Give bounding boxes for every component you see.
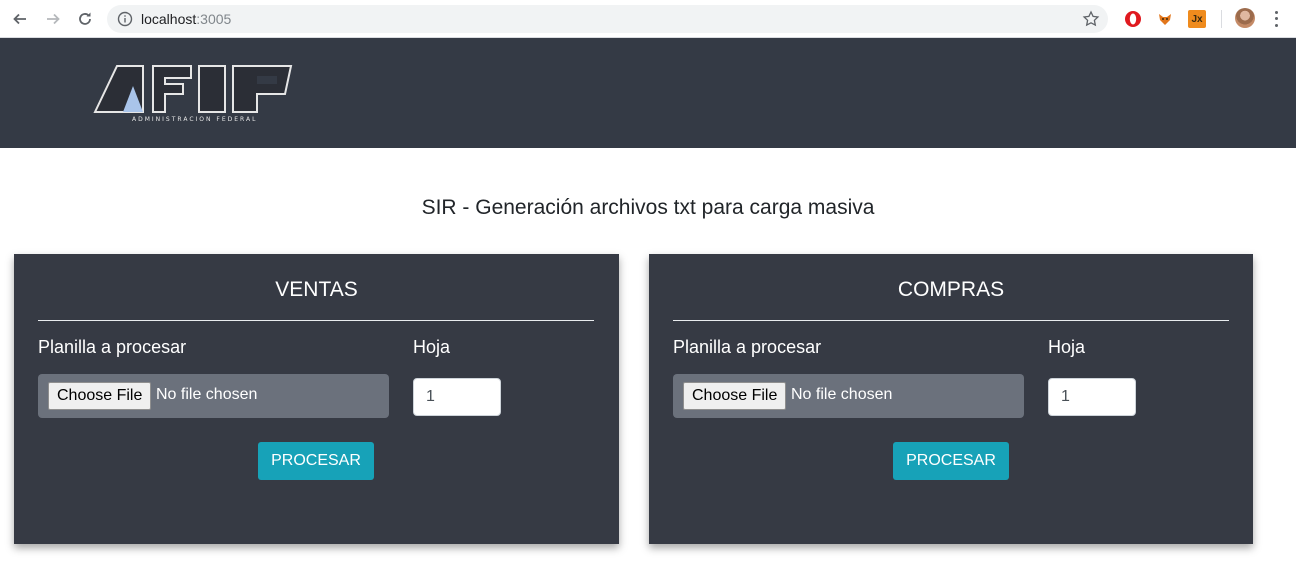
avatar[interactable] bbox=[1235, 8, 1255, 28]
card-ventas: VENTAS Planilla a procesar Hoja Choose F… bbox=[14, 254, 619, 544]
card-title: VENTAS bbox=[275, 278, 358, 301]
logo-subtitle: ADMINISTRACION FEDERAL bbox=[132, 116, 258, 123]
browser-toolbar: localhost:3005 Jx bbox=[0, 0, 1296, 38]
toolbar-divider bbox=[1221, 10, 1222, 28]
file-status-text: No file chosen bbox=[156, 386, 258, 403]
procesar-button[interactable]: PROCESAR bbox=[893, 442, 1009, 480]
sheet-input[interactable] bbox=[413, 378, 501, 416]
sheet-label: Hoja bbox=[413, 337, 451, 357]
divider bbox=[673, 320, 1229, 321]
url-text: localhost:3005 bbox=[141, 11, 232, 27]
card-title: COMPRAS bbox=[897, 278, 1005, 301]
file-label: Planilla a procesar bbox=[38, 337, 187, 357]
procesar-button[interactable]: PROCESAR bbox=[258, 442, 374, 480]
file-input[interactable]: Choose File No file chosen bbox=[673, 374, 1024, 418]
choose-file-button[interactable]: Choose File bbox=[683, 382, 787, 410]
card-compras: COMPRAS Planilla a procesar Hoja Choose … bbox=[649, 254, 1253, 544]
file-input[interactable]: Choose File No file chosen bbox=[38, 374, 389, 418]
sheet-input[interactable] bbox=[1048, 378, 1136, 416]
opera-icon[interactable] bbox=[1124, 10, 1142, 28]
choose-file-button[interactable]: Choose File bbox=[48, 382, 152, 410]
fox-icon[interactable] bbox=[1156, 10, 1174, 28]
star-icon[interactable] bbox=[1082, 10, 1100, 28]
reload-icon[interactable] bbox=[73, 7, 97, 31]
file-label: Planilla a procesar bbox=[673, 337, 822, 357]
address-bar[interactable]: localhost:3005 bbox=[107, 5, 1108, 33]
page-title: SIR - Generación archivos txt para carga… bbox=[421, 196, 875, 219]
back-icon[interactable] bbox=[8, 7, 32, 31]
divider bbox=[38, 320, 594, 321]
file-status-text: No file chosen bbox=[791, 386, 893, 403]
sheet-label: Hoja bbox=[1048, 337, 1086, 357]
jx-icon[interactable]: Jx bbox=[1188, 10, 1206, 28]
info-icon[interactable] bbox=[117, 11, 133, 27]
kebab-menu-icon[interactable] bbox=[1267, 9, 1285, 29]
forward-icon[interactable] bbox=[41, 7, 65, 31]
